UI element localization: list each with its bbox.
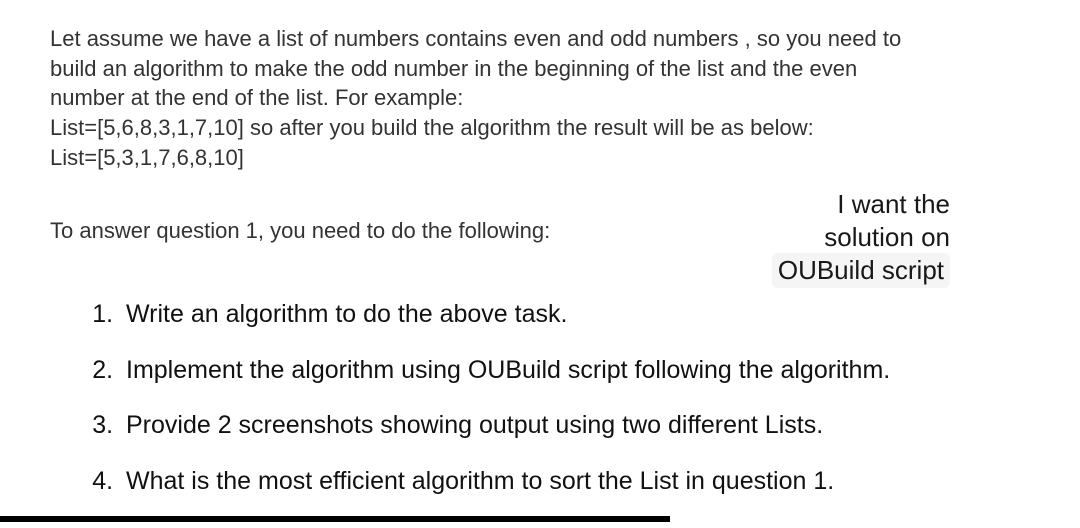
- callout-line-1: I want the: [772, 188, 950, 221]
- callout-line-3: OUBuild script: [772, 253, 950, 288]
- intro-line-4: List=[5,6,8,3,1,7,10] so after you build…: [50, 113, 1030, 143]
- callout-line-2: solution on: [772, 221, 950, 254]
- intro-line-5: List=[5,3,1,7,6,8,10]: [50, 143, 1030, 173]
- instruction-row: To answer question 1, you need to do the…: [50, 208, 1030, 288]
- intro-line-1: Let assume we have a list of numbers con…: [50, 24, 1030, 54]
- instruction-lead: To answer question 1, you need to do the…: [50, 208, 550, 244]
- task-item: Write an algorithm to do the above task.: [120, 298, 1030, 332]
- task-item: Provide 2 screenshots showing output usi…: [120, 409, 1030, 443]
- task-list: Write an algorithm to do the above task.…: [50, 298, 1030, 499]
- intro-line-2: build an algorithm to make the odd numbe…: [50, 54, 1030, 84]
- intro-line-3: number at the end of the list. For examp…: [50, 83, 1030, 113]
- horizontal-rule: [0, 516, 670, 522]
- task-item: Implement the algorithm using OUBuild sc…: [120, 354, 1030, 388]
- annotation-callout: I want the solution on OUBuild script: [772, 188, 1030, 288]
- task-item: What is the most efficient algorithm to …: [120, 465, 1030, 499]
- problem-description: Let assume we have a list of numbers con…: [50, 24, 1030, 172]
